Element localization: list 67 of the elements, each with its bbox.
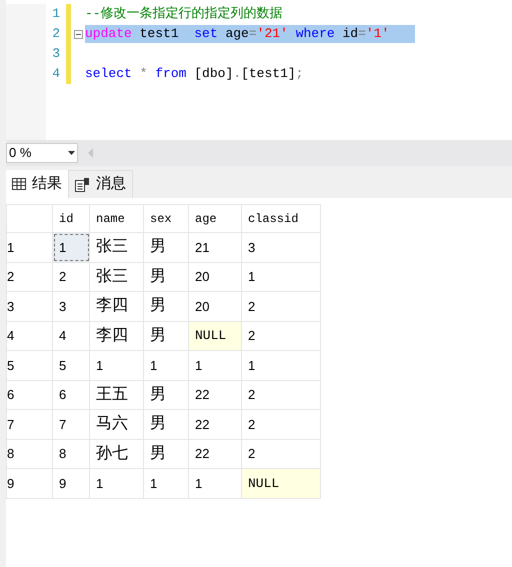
table-cell: 22 <box>188 380 242 410</box>
table-cell: 7 <box>52 410 90 439</box>
table-cell: 男 <box>144 292 188 321</box>
table-cell: 5 <box>52 350 90 380</box>
row-number: 6 <box>6 380 52 410</box>
table-cell: 22 <box>188 439 242 468</box>
row-number: 2 <box>6 262 52 292</box>
line-number: 3 <box>51 45 60 64</box>
table-cell: 李四 <box>90 321 144 350</box>
table-cell: 8 <box>52 439 90 468</box>
table-cell: 张三 <box>90 232 144 262</box>
collapse-icon[interactable] <box>74 30 82 38</box>
code-line: --修改一条指定行的指定列的数据 <box>85 5 284 23</box>
row-number: 4 <box>6 321 52 350</box>
table-cell: 1 <box>90 350 144 380</box>
row-number: 9 <box>6 468 52 498</box>
table-cell: 2 <box>242 380 320 410</box>
line-number: 2 <box>51 25 60 44</box>
table-cell: 男 <box>144 232 188 262</box>
table-cell: 1 <box>144 350 188 380</box>
table-cell: 1 <box>188 350 242 380</box>
table-cell: 孙七 <box>90 439 144 468</box>
table-cell: 2 <box>52 262 90 292</box>
table-cell: 1 <box>52 232 90 262</box>
line-number: 4 <box>51 65 60 84</box>
table-cell: 9 <box>52 468 90 498</box>
table-cell: 1 <box>90 468 144 498</box>
table-cell: 张三 <box>90 262 144 292</box>
column-header: sex <box>144 204 188 232</box>
table-cell: 22 <box>188 410 242 439</box>
document-icon <box>75 178 90 192</box>
table-cell: 男 <box>144 262 188 292</box>
table-cell: 20 <box>188 292 242 321</box>
line-number: 1 <box>51 5 60 24</box>
column-header: classid <box>242 204 320 232</box>
dropdown-caret-icon <box>68 151 75 155</box>
table-cell: 王五 <box>90 380 144 410</box>
table-cell: 男 <box>144 380 188 410</box>
row-number: 5 <box>6 350 52 380</box>
table-cell: 20 <box>188 262 242 292</box>
table-cell: 2 <box>242 292 320 321</box>
table-cell: 3 <box>52 292 90 321</box>
grid-icon <box>12 178 26 190</box>
table-cell: NULL <box>188 321 242 350</box>
table-cell: 1 <box>144 468 188 498</box>
table-cell: 21 <box>188 232 242 262</box>
code-line: select * from [dbo].[test1]; <box>85 65 304 83</box>
row-number: 3 <box>6 292 52 321</box>
row-number: 7 <box>6 410 52 439</box>
table-cell: 马六 <box>90 410 144 439</box>
table-cell: 2 <box>242 321 320 350</box>
zoom-dropdown[interactable]: 0 % <box>6 143 78 163</box>
table-cell: 6 <box>52 380 90 410</box>
table-cell: 2 <box>242 410 320 439</box>
table-cell: 男 <box>144 439 188 468</box>
tab[interactable]: 消息 <box>68 170 133 198</box>
column-header: age <box>188 204 242 232</box>
table-cell: NULL <box>242 468 320 498</box>
table-cell: 4 <box>52 321 90 350</box>
table-cell: 1 <box>242 262 320 292</box>
table-cell: 男 <box>144 410 188 439</box>
column-header: name <box>90 204 144 232</box>
row-number: 8 <box>6 439 52 468</box>
table-cell: 李四 <box>90 292 144 321</box>
table-cell: 1 <box>242 350 320 380</box>
tab[interactable]: 结果 <box>6 170 68 198</box>
table-cell: 3 <box>242 232 320 262</box>
